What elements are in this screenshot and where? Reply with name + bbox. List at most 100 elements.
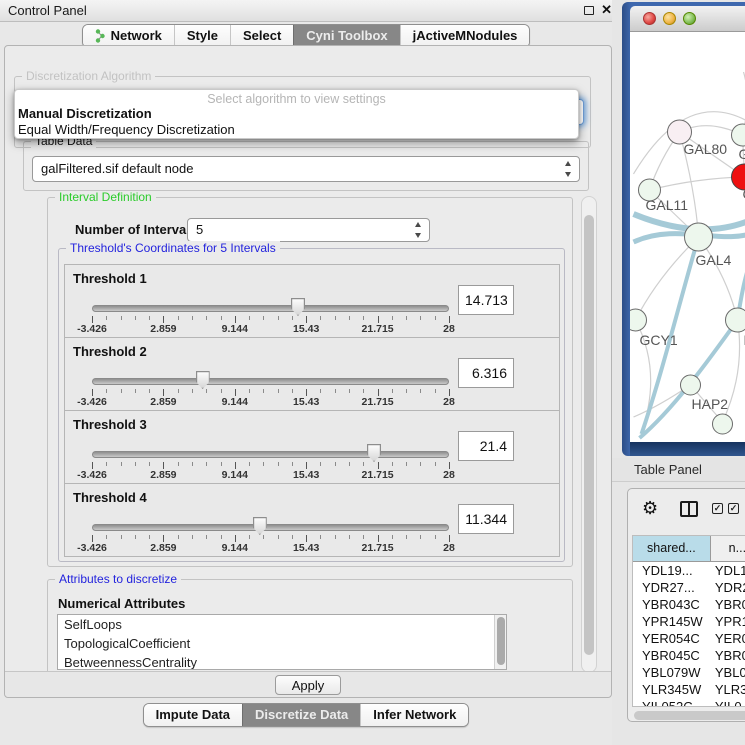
table-row[interactable]: YBR043CYBR0 [633, 596, 745, 613]
threshold-2-value-field[interactable] [458, 358, 514, 388]
tick-mark [206, 462, 207, 466]
threshold-2-slider[interactable]: -3.426 2.859 9.144 15.43 21.715 28 [92, 338, 449, 412]
tick-mark [221, 316, 222, 320]
threshold-3-slider[interactable]: -3.426 2.859 9.144 15.43 21.715 28 [92, 411, 449, 485]
column-header-name[interactable]: n... [711, 536, 745, 561]
panel-scrollbar[interactable] [581, 196, 597, 673]
network-canvas[interactable]: GAL80 G GAL11 C GAL4 GCY1 H HAP2 [630, 32, 745, 442]
zoom-traffic-light[interactable] [683, 12, 696, 25]
slider-thumb[interactable] [291, 298, 305, 316]
dropdown-option-manual-discretization[interactable]: Manual Discretization [15, 106, 578, 122]
table-data-combobox[interactable]: galFiltered.sif default node [32, 156, 580, 182]
tab-network[interactable]: Network [83, 25, 174, 47]
tick-mark [163, 389, 164, 396]
slider-thumb[interactable] [196, 371, 210, 389]
list-item[interactable]: BetweennessCentrality [58, 653, 506, 670]
float-window-icon[interactable] [584, 6, 594, 15]
network-node-top-right[interactable] [732, 124, 745, 146]
tick-mark [163, 316, 164, 323]
tick-mark [278, 462, 279, 466]
tick-label: 28 [443, 469, 455, 481]
network-node-label: GCY1 [640, 332, 678, 348]
slider-track[interactable] [92, 378, 449, 385]
split-columns-icon[interactable] [680, 501, 698, 517]
tab-impute-data[interactable]: Impute Data [144, 704, 242, 726]
tab-style[interactable]: Style [174, 25, 230, 47]
table-row[interactable]: YDL19...YDL1 [633, 562, 745, 579]
network-window-titlebar [630, 6, 745, 32]
scrollbar-thumb[interactable] [584, 215, 594, 655]
slider-track[interactable] [92, 451, 449, 458]
dropdown-placeholder: Select algorithm to view settings [15, 92, 578, 106]
table-row[interactable]: YIL052CYIL0 [633, 698, 745, 707]
network-node-gcy1[interactable] [630, 309, 647, 331]
tab-jactivemnodules[interactable]: jActiveMNodules [400, 25, 530, 47]
list-item[interactable]: SelfLoops [58, 615, 506, 634]
close-traffic-light[interactable] [643, 12, 656, 25]
close-icon[interactable]: ✕ [601, 2, 612, 18]
threshold-1-slider[interactable]: -3.426 2.859 9.144 15.43 21.715 28 [92, 265, 449, 339]
apply-button[interactable]: Apply [275, 675, 341, 695]
checkbox-icon[interactable]: ✓ [712, 503, 723, 514]
tab-cyni-toolbox[interactable]: Cyni Toolbox [293, 25, 399, 47]
list-scrollbar[interactable] [494, 615, 506, 669]
network-node-hap2[interactable] [681, 375, 701, 395]
slider-track[interactable] [92, 524, 449, 531]
threshold-4-slider[interactable]: -3.426 2.859 9.144 15.43 21.715 28 [92, 484, 449, 558]
network-node-h[interactable] [726, 308, 745, 332]
panel-title: Control Panel [8, 0, 87, 21]
tick-mark [163, 535, 164, 542]
combo-stepper-icon[interactable] [563, 161, 573, 177]
tick-mark [221, 462, 222, 466]
table-row[interactable]: YLR345WYLR3 [633, 681, 745, 698]
minimize-traffic-light[interactable] [663, 12, 676, 25]
threshold-4-value-field[interactable] [458, 504, 514, 534]
column-header-shared[interactable]: shared... [633, 536, 711, 561]
tick-mark [349, 389, 350, 393]
cell: YBR0 [711, 596, 745, 613]
node-table: shared... n... YDL19...YDL1 YDR27...YDR2… [632, 535, 745, 707]
table-panel-window: ⚙ ✓ ✓ shared... n... YDL19...YDL1 YDR27.… [627, 488, 745, 722]
table-data-group: Table Data galFiltered.sif default node [23, 141, 589, 191]
number-of-intervals-spinner[interactable]: 5 [187, 218, 430, 242]
cell: YLR345W [633, 681, 711, 698]
right-side: GAL80 G GAL11 C GAL4 GCY1 H HAP2 Table P… [612, 0, 745, 745]
tick-mark [235, 535, 236, 542]
control-panel: Control Panel ✕ Network Style Select [0, 0, 620, 745]
table-row[interactable]: YPR145WYPR1 [633, 613, 745, 630]
table-row[interactable]: YBR045CYBR0 [633, 647, 745, 664]
tab-label: Impute Data [156, 707, 230, 722]
tab-select[interactable]: Select [230, 25, 293, 47]
threshold-1-value-field[interactable] [458, 285, 514, 315]
threshold-1-panel: Threshold 1 -3.426 2.859 9.144 [64, 264, 560, 338]
tick-mark [135, 462, 136, 466]
tick-mark [278, 535, 279, 539]
tick-mark [320, 462, 321, 466]
threshold-3-value-field[interactable] [458, 431, 514, 461]
table-row[interactable]: YDR27...YDR2 [633, 579, 745, 596]
spinner-stepper-icon[interactable] [413, 222, 423, 238]
gear-icon[interactable]: ⚙ [642, 498, 658, 519]
tick-label: 9.144 [222, 323, 248, 335]
list-item[interactable]: TopologicalCoefficient [58, 634, 506, 653]
tick-mark [449, 462, 450, 469]
slider-thumb[interactable] [367, 444, 381, 462]
tick-mark [178, 535, 179, 539]
number-of-intervals-label: Number of Intervals [75, 222, 197, 237]
tab-discretize-data[interactable]: Discretize Data [242, 704, 360, 726]
tick-mark [435, 316, 436, 320]
table-row[interactable]: YER054CYER0 [633, 630, 745, 647]
tab-infer-network[interactable]: Infer Network [360, 704, 468, 726]
network-node-gal4[interactable] [685, 223, 713, 251]
checkbox-icon[interactable]: ✓ [728, 503, 739, 514]
slider-track[interactable] [92, 305, 449, 312]
tick-mark [106, 316, 107, 320]
table-row[interactable]: YBL079WYBL0 [633, 664, 745, 681]
tick-mark [363, 535, 364, 539]
cell: YER0 [711, 630, 745, 647]
group-title: Attributes to discretize [55, 572, 181, 586]
slider-thumb[interactable] [253, 517, 267, 535]
dropdown-option-equal-width-frequency[interactable]: Equal Width/Frequency Discretization [15, 122, 578, 138]
network-node-bottom[interactable] [713, 414, 733, 434]
table-horizontal-scrollbar[interactable] [634, 711, 745, 720]
